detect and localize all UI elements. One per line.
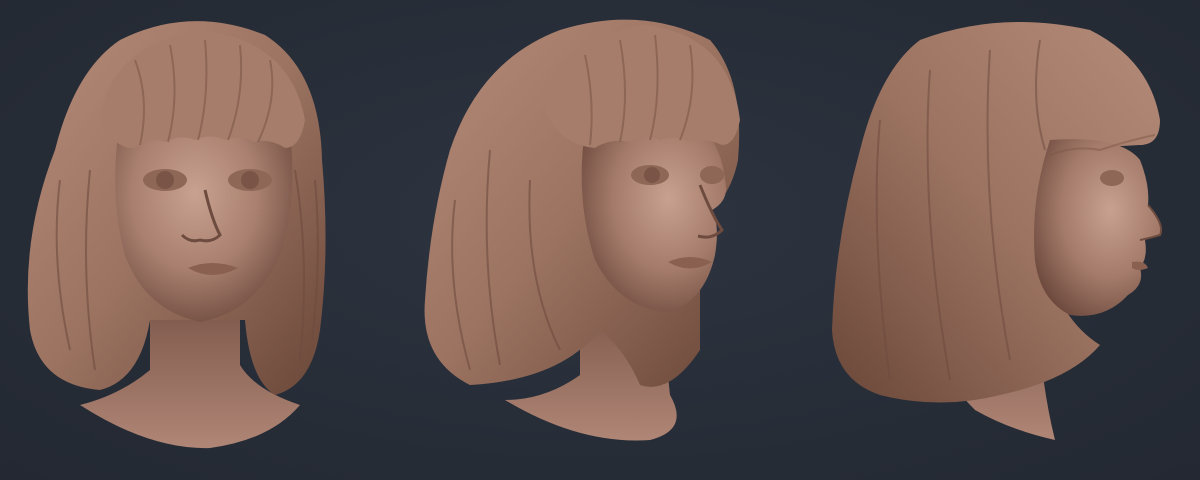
- profile-mouth: [1132, 261, 1148, 270]
- front-view: [27, 21, 326, 449]
- three-quarter-view: [424, 19, 740, 441]
- profile-eye: [1100, 170, 1124, 186]
- three-quarter-right-eye: [700, 166, 724, 184]
- front-left-iris: [156, 171, 174, 189]
- profile-view: [832, 22, 1163, 440]
- profile-face: [1034, 139, 1162, 316]
- three-quarter-left-iris: [644, 167, 660, 183]
- head-sculpt-renders: [27, 19, 1163, 449]
- front-right-iris: [241, 171, 259, 189]
- sculpt-viewport: [0, 0, 1200, 480]
